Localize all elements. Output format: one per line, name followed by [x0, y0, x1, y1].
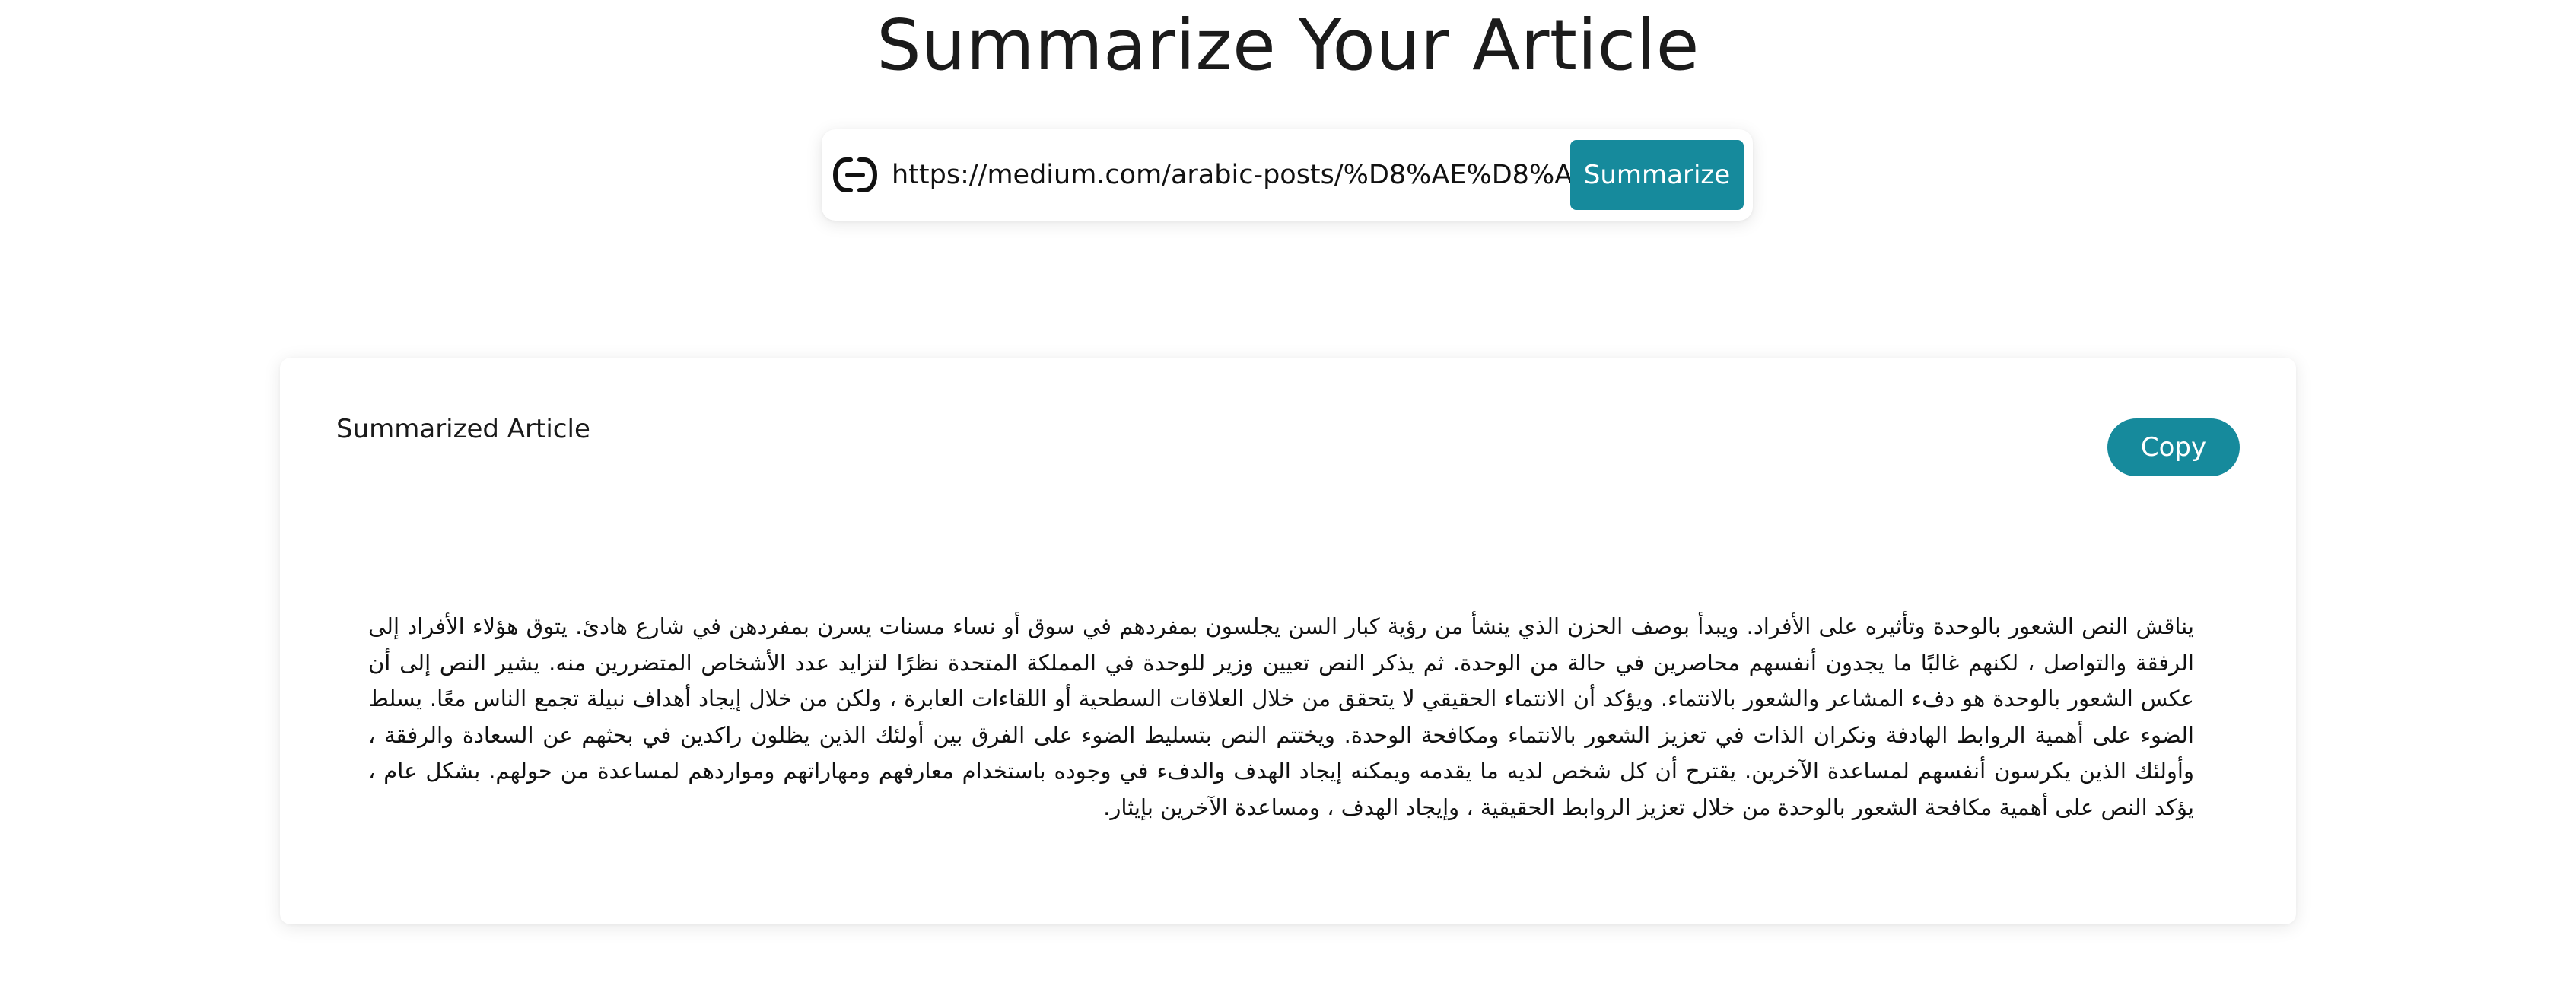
summarize-button[interactable]: Summarize	[1570, 140, 1744, 210]
summary-text: يناقش النص الشعور بالوحدة وتأثيره على ال…	[368, 613, 2194, 820]
page: Summarize Your Article Summarize Summari…	[0, 0, 2576, 999]
page-title: Summarize Your Article	[876, 5, 1700, 86]
summary-card: Summarized Article Copy يناقش النص الشعو…	[280, 358, 2296, 924]
url-search-bar: Summarize	[822, 129, 1753, 221]
card-heading: Summarized Article	[336, 414, 590, 444]
copy-button[interactable]: Copy	[2107, 418, 2240, 476]
link-icon	[831, 151, 879, 199]
url-input[interactable]	[892, 148, 1614, 202]
